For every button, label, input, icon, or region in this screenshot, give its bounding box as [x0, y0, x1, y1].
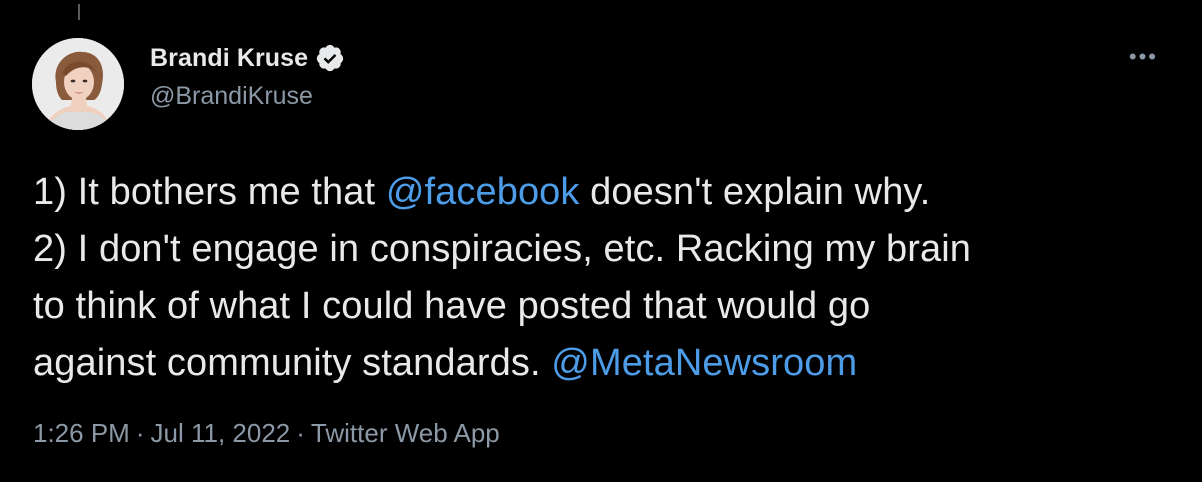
- tweet-text: 1) It bothers me that @facebook doesn't …: [33, 164, 1173, 392]
- tweet-metadata: 1:26 PM · Jul 11, 2022 · Twitter Web App: [33, 418, 500, 449]
- author-handle[interactable]: @BrandiKruse: [150, 82, 313, 111]
- verified-badge-icon: [315, 43, 345, 73]
- tweet-time[interactable]: 1:26 PM: [33, 418, 130, 448]
- thread-connector-line: [78, 4, 80, 20]
- tweet-source[interactable]: Twitter Web App: [311, 418, 500, 448]
- author-name-row: Brandi Kruse: [150, 42, 345, 74]
- avatar[interactable]: [32, 38, 124, 130]
- more-dots-icon[interactable]: •••: [1129, 46, 1158, 68]
- avatar-photo: [32, 38, 124, 130]
- tweet-text-segment: 1) It bothers me that: [33, 171, 386, 213]
- mention-link-metanewsroom[interactable]: @MetaNewsroom: [551, 342, 857, 384]
- meta-separator: ·: [135, 418, 145, 448]
- tweet-line-2: 2) I don't engage in conspiracies, etc. …: [33, 228, 972, 270]
- tweet-line-3: to think of what I could have posted tha…: [33, 285, 871, 327]
- mention-link-facebook[interactable]: @facebook: [386, 171, 580, 213]
- tweet-card: Brandi Kruse @BrandiKruse ••• 1) It both…: [0, 0, 1202, 482]
- tweet-text-segment: doesn't explain why.: [579, 171, 931, 213]
- tweet-text-segment: against community standards.: [33, 342, 552, 384]
- tweet-line-4: against community standards. @MetaNewsro…: [33, 335, 1173, 392]
- author-display-name[interactable]: Brandi Kruse: [150, 44, 308, 73]
- tweet-date[interactable]: Jul 11, 2022: [151, 418, 291, 448]
- meta-separator: ·: [296, 418, 305, 448]
- tweet-line-1: 1) It bothers me that @facebook doesn't …: [33, 164, 1173, 221]
